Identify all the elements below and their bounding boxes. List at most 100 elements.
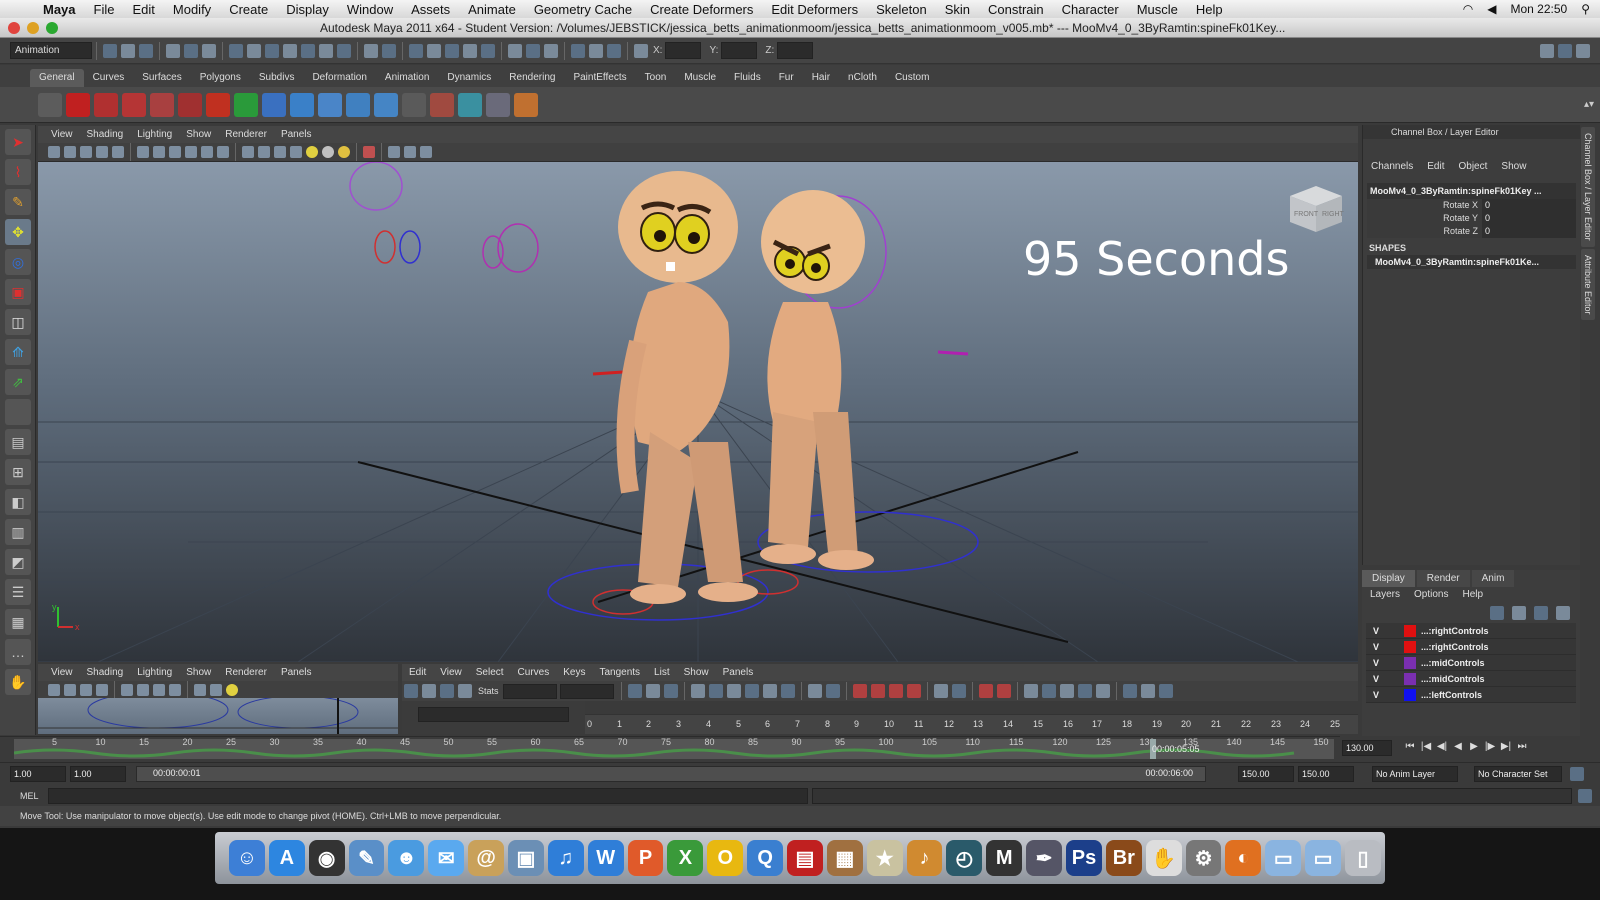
ipr-render-icon[interactable]: [445, 43, 459, 58]
lattice-key-icon[interactable]: [458, 684, 472, 698]
cluster-shelf-icon[interactable]: [430, 92, 454, 117]
channel-attribute[interactable]: Rotate Y 0: [1367, 212, 1576, 225]
select-object-icon[interactable]: [184, 43, 198, 58]
graph-editor-menu-panels[interactable]: Panels: [716, 667, 761, 678]
shelf-tab-general[interactable]: General: [30, 68, 84, 87]
script-editor-icon[interactable]: ✋: [1145, 840, 1182, 876]
rotate-tool-icon[interactable]: ◎: [5, 249, 31, 275]
mini-wireframe-icon[interactable]: [194, 683, 206, 696]
step-back-frame-icon[interactable]: ◀|: [1434, 741, 1450, 755]
graph-editor-ruler[interactable]: 0 1 2 3 4 5 6 7 8 9 10 11 12 13 14 15 16 17 18 19 20 21 22 23 24…: [585, 714, 1358, 734]
script-editor-toggle-icon[interactable]: ✋: [5, 669, 31, 695]
frame-all-icon[interactable]: [627, 684, 642, 698]
blendshape-shelf-icon[interactable]: [486, 92, 510, 117]
ichat-icon[interactable]: ✉: [428, 840, 465, 876]
layer-menu-layers[interactable]: Layers: [1370, 587, 1400, 603]
layer-color-swatch[interactable]: [1404, 640, 1416, 653]
universal-manip-icon[interactable]: ◫: [5, 309, 31, 335]
select-camera-icon[interactable]: [48, 146, 60, 158]
menu-create[interactable]: Create: [220, 2, 277, 17]
quick-rename-icon[interactable]: [571, 43, 585, 58]
play-forward-icon[interactable]: ▶: [1466, 741, 1482, 755]
graph-editor-menu-list[interactable]: List: [647, 667, 677, 678]
channel-menu-object[interactable]: Object: [1459, 161, 1488, 177]
shelf-tab-painteffects[interactable]: PaintEffects: [564, 69, 635, 87]
open-scene-icon[interactable]: [121, 43, 135, 58]
camera-attributes-icon[interactable]: [64, 146, 76, 158]
ik-spline-shelf-icon[interactable]: [346, 92, 370, 117]
layer-tab-anim[interactable]: Anim: [1471, 570, 1515, 587]
shelf-tab-dynamics[interactable]: Dynamics: [438, 69, 500, 87]
menu-character[interactable]: Character: [1053, 2, 1128, 17]
shape-node[interactable]: MooMv4_0_3ByRamtin:spineFk01Ke...: [1367, 255, 1576, 269]
outliner-shelf-icon[interactable]: [402, 92, 426, 117]
mini-panel-menu-panels[interactable]: Panels: [274, 667, 319, 678]
stats-time-field[interactable]: [502, 683, 557, 699]
channel-attribute[interactable]: Rotate Z 0: [1367, 225, 1576, 238]
clamped-tangent-icon[interactable]: [708, 684, 723, 698]
layer-up-icon[interactable]: [1534, 606, 1548, 620]
mini-camera-icon[interactable]: [48, 683, 60, 696]
mini-attributes-icon[interactable]: [64, 683, 76, 696]
layout-outliner-icon[interactable]: ☰: [5, 579, 31, 605]
select-hierarchy-icon[interactable]: [166, 43, 180, 58]
z-field[interactable]: [777, 42, 814, 59]
menu-skeleton[interactable]: Skeleton: [867, 2, 936, 17]
bookmarks-icon[interactable]: [80, 146, 92, 158]
new-layer-selected-icon[interactable]: [1512, 606, 1526, 620]
input-line-icon[interactable]: [508, 43, 522, 58]
normalize-icon[interactable]: [978, 684, 993, 698]
word-icon[interactable]: W: [587, 840, 624, 876]
menu-edit[interactable]: Edit: [123, 2, 163, 17]
mini-bookmark-icon[interactable]: [80, 683, 92, 696]
menu-edit-deformers[interactable]: Edit Deformers: [762, 2, 867, 17]
shelf-tab-subdivs[interactable]: Subdivs: [250, 69, 304, 87]
layer-tab-display[interactable]: Display: [1362, 570, 1415, 587]
play-backward-icon[interactable]: ◀: [1450, 741, 1466, 755]
step-tangent-icon[interactable]: [762, 684, 777, 698]
channel-menu-edit[interactable]: Edit: [1427, 161, 1444, 177]
layer-row[interactable]: V ...:midControls: [1366, 671, 1576, 687]
layer-color-swatch[interactable]: [1404, 624, 1416, 637]
value-snap-icon[interactable]: [951, 684, 966, 698]
default-light-icon[interactable]: [338, 146, 350, 158]
menu-geometry-cache[interactable]: Geometry Cache: [525, 2, 641, 17]
swap-buffer-icon[interactable]: [825, 684, 840, 698]
shelf-tab-fur[interactable]: Fur: [770, 69, 803, 87]
rebuild-shelf-icon[interactable]: [234, 92, 258, 117]
plateau-tangent-icon[interactable]: [780, 684, 795, 698]
select-mask-icon[interactable]: [382, 43, 396, 58]
side-tab-attribute-editor[interactable]: Attribute Editor: [1581, 248, 1595, 321]
layout-four-icon[interactable]: ⊞: [5, 459, 31, 485]
render-settings-shelf-icon[interactable]: [38, 92, 62, 117]
graph-editor-menu-edit[interactable]: Edit: [402, 667, 433, 678]
numeric-input-icon[interactable]: [607, 43, 621, 58]
render-view-icon[interactable]: [409, 43, 423, 58]
pencil-curve-shelf-icon[interactable]: [150, 92, 174, 117]
preview-icon[interactable]: ✎: [348, 840, 385, 876]
show-manip-icon[interactable]: ⇗: [5, 369, 31, 395]
snap-live-icon[interactable]: [301, 43, 315, 58]
layer-row[interactable]: V ...:rightControls: [1366, 639, 1576, 655]
curve-tool-shelf-icon[interactable]: [94, 92, 118, 117]
menu-file[interactable]: File: [85, 2, 124, 17]
image-capture-icon[interactable]: ▦: [826, 840, 863, 876]
layout-side-icon[interactable]: ◧: [5, 489, 31, 515]
menu-create-deformers[interactable]: Create Deformers: [641, 2, 762, 17]
shelf-tab-animation[interactable]: Animation: [376, 69, 438, 87]
open-trax-icon[interactable]: [1140, 684, 1155, 698]
system-preferences-icon[interactable]: ⚙: [1185, 840, 1222, 876]
view-cube[interactable]: FRONT RIGHT: [1286, 182, 1346, 234]
channel-attribute[interactable]: Rotate X 0: [1367, 199, 1576, 212]
channel-menu-channels[interactable]: Channels: [1371, 161, 1413, 177]
step-back-key-icon[interactable]: |◀: [1418, 741, 1434, 755]
layer-visibility-toggle[interactable]: V: [1366, 674, 1386, 684]
new-scene-icon[interactable]: [103, 43, 117, 58]
graph-editor-menu-show[interactable]: Show: [677, 667, 716, 678]
lattice-shelf-icon[interactable]: [458, 92, 482, 117]
relative-transform-icon[interactable]: [544, 43, 558, 58]
move-tool-icon[interactable]: ✥: [5, 219, 31, 245]
textured-icon[interactable]: [290, 146, 302, 158]
xray-joints-icon[interactable]: [404, 146, 416, 158]
add-key-icon[interactable]: [440, 684, 454, 698]
